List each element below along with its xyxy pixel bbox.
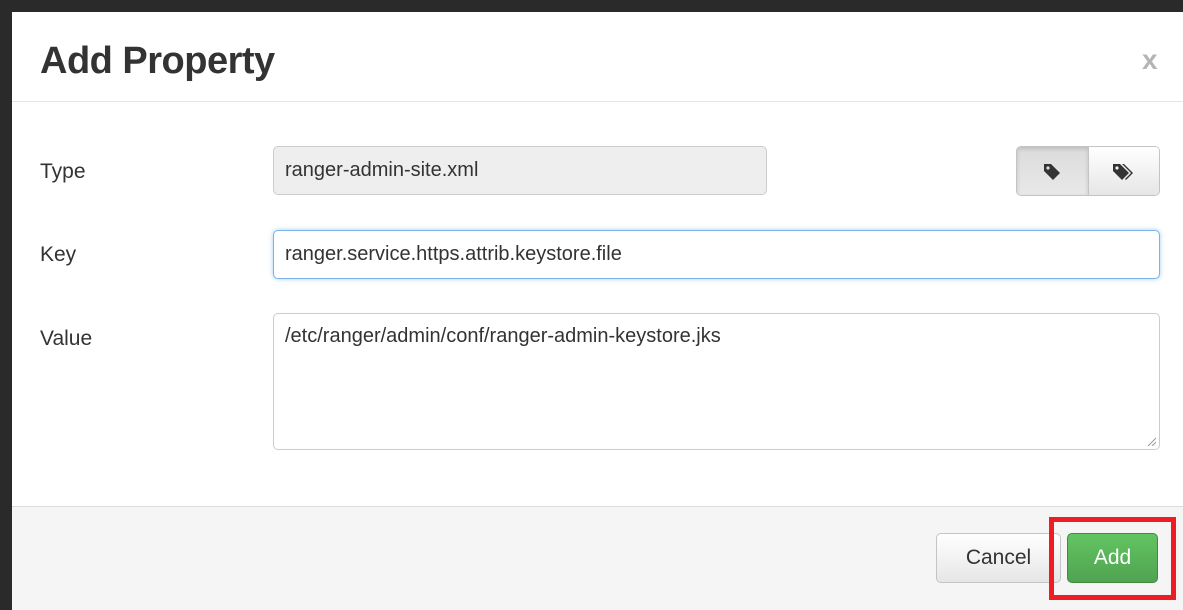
- tags-icon: [1112, 164, 1133, 180]
- add-property-dialog: Add Property x Type ranger-admin-site.xm…: [12, 14, 1183, 610]
- single-tag-button[interactable]: [1017, 147, 1089, 195]
- tag-button-group: [1016, 146, 1160, 196]
- tag-icon: [1044, 164, 1061, 180]
- screenshot-frame: Add Property x Type ranger-admin-site.xm…: [0, 0, 1183, 610]
- value-text: /etc/ranger/admin/conf/ranger-admin-keys…: [285, 325, 721, 347]
- dialog-title: Add Property: [40, 40, 275, 82]
- key-input[interactable]: ranger.service.https.attrib.keystore.fil…: [273, 230, 1160, 279]
- type-field: ranger-admin-site.xml: [273, 146, 767, 195]
- dialog-header: Add Property x: [12, 14, 1183, 102]
- type-label: Type: [40, 160, 86, 183]
- multi-tag-button[interactable]: [1088, 147, 1159, 195]
- backdrop-left: [0, 0, 12, 610]
- close-icon[interactable]: x: [1142, 44, 1158, 76]
- key-label: Key: [40, 243, 77, 266]
- value-textarea[interactable]: /etc/ranger/admin/conf/ranger-admin-keys…: [273, 313, 1160, 450]
- add-button-highlight: [1049, 517, 1176, 600]
- resize-handle-icon[interactable]: [1146, 436, 1156, 446]
- value-label: Value: [40, 327, 93, 350]
- backdrop-top: [0, 0, 1183, 12]
- cancel-button[interactable]: Cancel: [936, 533, 1061, 583]
